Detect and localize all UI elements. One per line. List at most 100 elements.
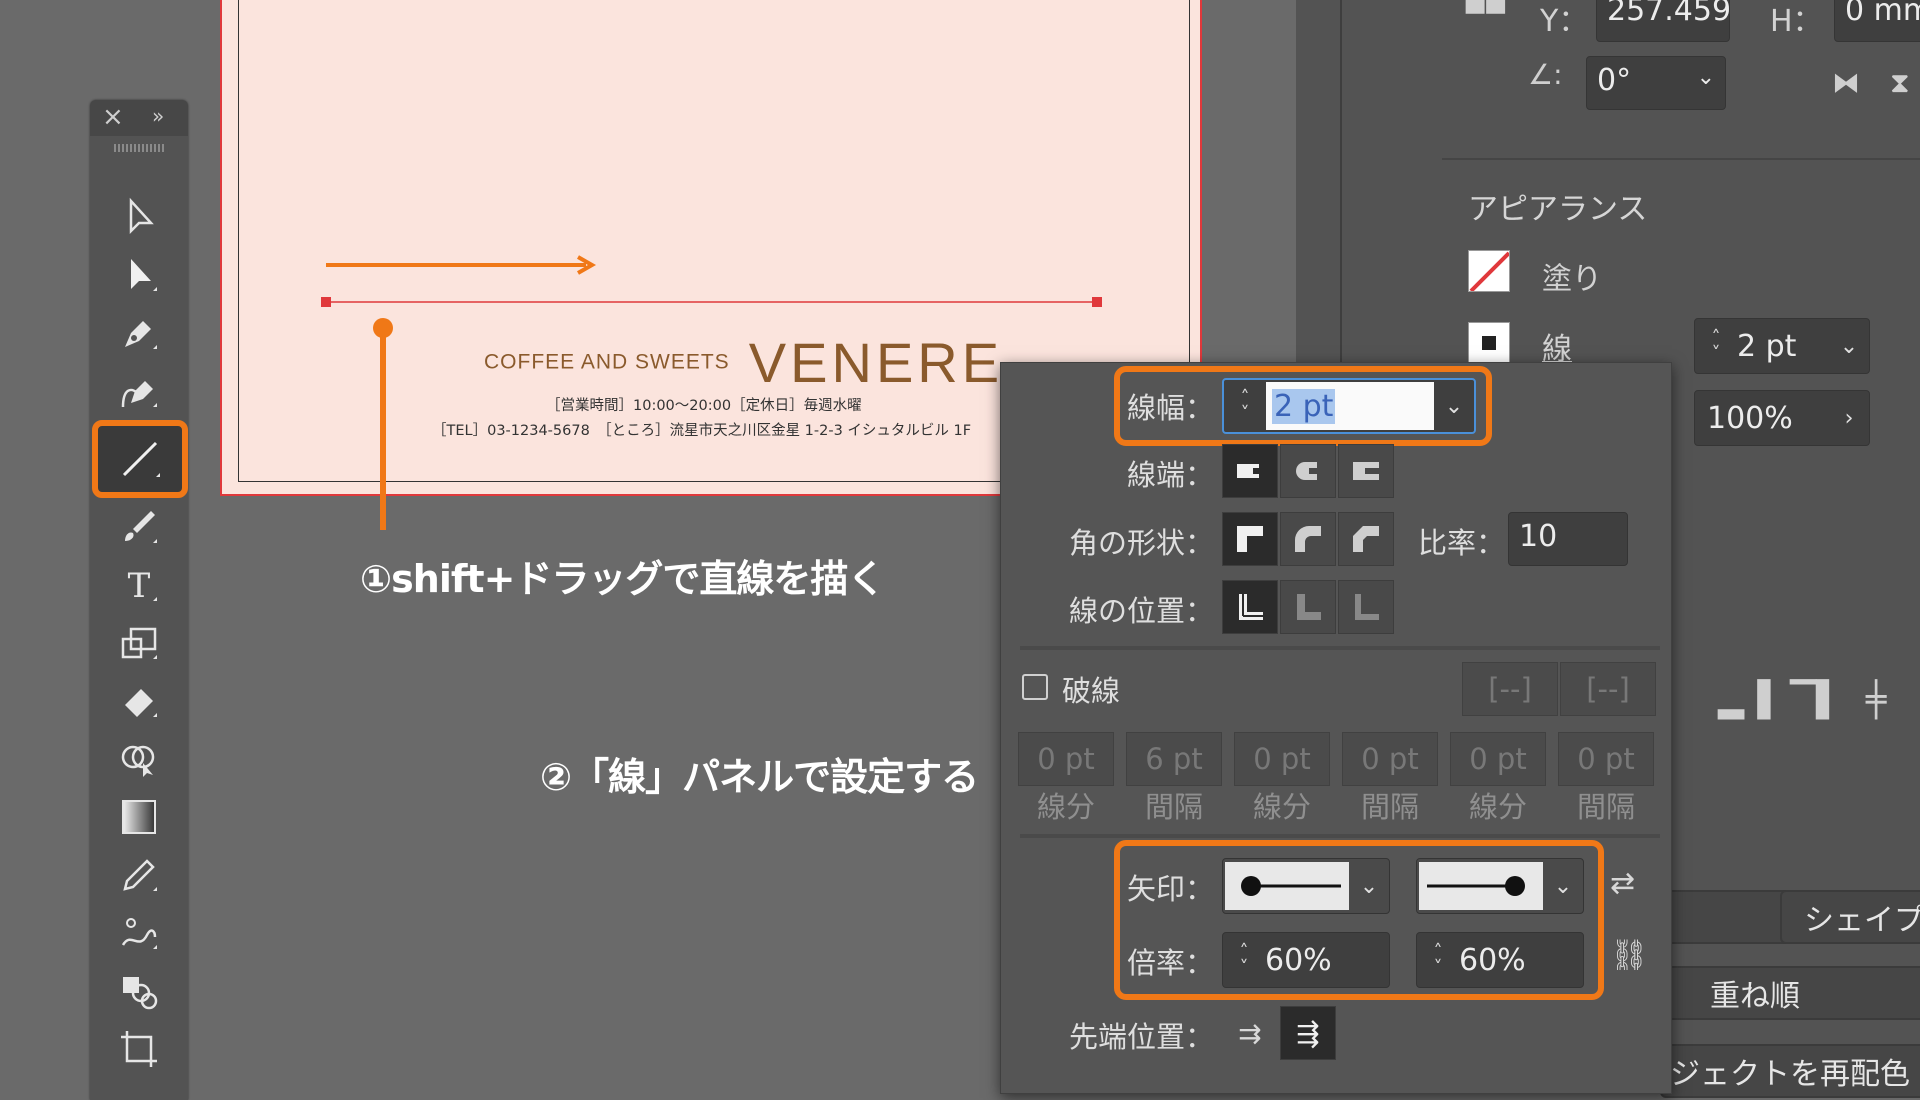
tools-panel: × » T [90,100,188,1100]
align-outside-button[interactable] [1338,580,1394,634]
round-join-button[interactable] [1280,512,1336,566]
reference-point-icon[interactable]: ▀▀ [1466,0,1507,28]
circle-arrowhead-icon [1241,876,1341,896]
symbol-tool[interactable] [110,964,168,1018]
chevron-down-icon[interactable]: ⌄ [1349,874,1389,899]
chevron-down-icon[interactable]: ⌄ [1543,874,1583,899]
fill-swatch[interactable] [1468,250,1510,292]
gap3-field[interactable]: 0 pt [1558,732,1654,786]
type-icon: T [128,566,157,606]
stepper-icon[interactable]: ˄ ˅ [1223,933,1265,987]
start-scale-value: 60% [1265,942,1332,978]
collapse-icon[interactable]: » [152,104,164,128]
dash2-label: 線分 [1252,790,1311,824]
stepper-icon[interactable]: ˄ ˅ [1695,319,1737,373]
miter-join-button[interactable] [1222,512,1278,566]
annotation-step2: ②「線」パネルで設定する [540,755,979,799]
stroke-weight-field[interactable]: ˄ ˅ 2 pt ⌄ [1222,378,1476,434]
pointer-dot [373,318,393,338]
artboard-tool[interactable] [110,1022,168,1076]
dash2-field[interactable]: 0 pt [1234,732,1330,786]
dash3-field[interactable]: 0 pt [1450,732,1546,786]
shape-builder-icon [121,745,155,777]
bevel-join-icon [1353,526,1379,552]
end-arrowhead-select[interactable]: ⌄ [1416,858,1584,914]
align-stroke-inside-icon [1297,594,1321,620]
curvature-tool[interactable] [110,364,168,418]
align-label: 線の位置： [1068,594,1214,628]
artboard-icon [121,1031,157,1067]
start-arrowhead-select[interactable]: ⌄ [1222,858,1390,914]
y-field[interactable]: 257.459 [1596,0,1730,42]
dash-align-corners-button[interactable]: [‐‐] [1560,662,1656,716]
selection-tool[interactable] [110,190,168,244]
bevel-join-button[interactable] [1338,512,1394,566]
chevron-right-icon[interactable]: › [1829,406,1869,431]
stroke-swatch[interactable] [1468,322,1510,364]
chevron-down-icon[interactable]: ⌄ [1829,334,1869,359]
align-vertical-center-icon[interactable]: ╪ [1866,680,1886,720]
square-cap-button[interactable] [1338,444,1394,498]
gap2-field[interactable]: 0 pt [1342,732,1438,786]
divider [1442,158,1920,160]
dash-preserve-button[interactable]: [‐‐] [1462,662,1558,716]
flip-horizontal-icon[interactable]: ⧓ [1832,66,1860,99]
type-tool[interactable]: T [110,558,168,612]
close-icon[interactable]: × [102,102,124,132]
shape-button[interactable]: シェイプ [1780,890,1920,944]
end-scale-field[interactable]: ˄ ˅ 60% [1416,932,1584,988]
miter-limit-field[interactable]: 10 [1508,512,1628,566]
tip-at-end-icon: ⇶ [1296,1016,1320,1050]
angle-field[interactable]: 0° ⌄ [1586,56,1726,110]
swap-arrowheads-icon[interactable]: ⇄ [1610,866,1635,901]
chevron-down-icon[interactable]: ⌄ [1697,65,1715,90]
eyedropper-tool[interactable] [110,848,168,902]
unlink-scale-icon[interactable]: ⛓ [1610,938,1648,973]
align-top-icon[interactable]: ▔▌ [1790,680,1842,720]
arrange-button[interactable]: 重ね順 [1660,966,1920,1020]
scale-tool[interactable] [110,616,168,670]
pen-tool[interactable] [110,306,168,360]
gradient-tool[interactable] [110,790,168,844]
paintbrush-icon [125,511,157,543]
dash1-field[interactable]: 0 pt [1018,732,1114,786]
appearance-stroke-weight[interactable]: ˄ ˅ 2 pt ⌄ [1694,318,1870,374]
paintbrush-tool[interactable] [110,500,168,554]
weight-label: 線幅： [1126,391,1214,425]
shape-builder-tool[interactable] [110,732,168,786]
stroke-weight-input[interactable]: 2 pt [1266,382,1434,430]
puppet-warp-tool[interactable] [110,906,168,960]
dash-preserve-icon: [‐‐] [1488,672,1532,706]
recolor-button[interactable]: ジェクトを再配色 [1660,1044,1920,1098]
corner-label: 角の形状： [1068,526,1214,560]
h-field[interactable]: 0 mm [1834,0,1920,42]
round-join-icon [1295,526,1321,552]
symbol-icon [123,977,158,1010]
dashed-checkbox[interactable] [1022,674,1048,700]
opacity-field[interactable]: 100% › [1694,390,1870,446]
tip-at-end-button[interactable]: ⇶ [1280,1006,1336,1060]
direct-selection-tool[interactable] [110,248,168,302]
flip-vertical-icon[interactable]: ⧗ [1890,66,1910,100]
line-segment-icon [122,441,160,477]
align-center-button[interactable] [1222,580,1278,634]
round-cap-button[interactable] [1280,444,1336,498]
stepper-icon[interactable]: ˄ ˅ [1224,380,1266,432]
anchor-start [321,297,331,307]
align-right-icon[interactable]: ▂▐ [1718,680,1770,720]
line-segment-tool[interactable] [92,420,188,498]
eraser-tool[interactable] [110,674,168,728]
butt-cap-button[interactable] [1222,444,1278,498]
align-inside-button[interactable] [1280,580,1336,634]
brand-name: VENERE [748,331,1004,394]
tip-beyond-button[interactable]: ⇉ [1222,1006,1278,1060]
gap3-label: 間隔 [1576,790,1635,824]
chevron-down-icon[interactable]: ⌄ [1434,394,1474,419]
arrow-label: 矢印： [1126,872,1214,906]
grip-icon[interactable] [114,144,164,152]
stepper-icon[interactable]: ˄ ˅ [1417,933,1459,987]
start-scale-field[interactable]: ˄ ˅ 60% [1222,932,1390,988]
fill-label[interactable]: 塗り [1542,254,1602,298]
gap1-field[interactable]: 6 pt [1126,732,1222,786]
tools-panel-header[interactable]: × » [90,100,188,136]
